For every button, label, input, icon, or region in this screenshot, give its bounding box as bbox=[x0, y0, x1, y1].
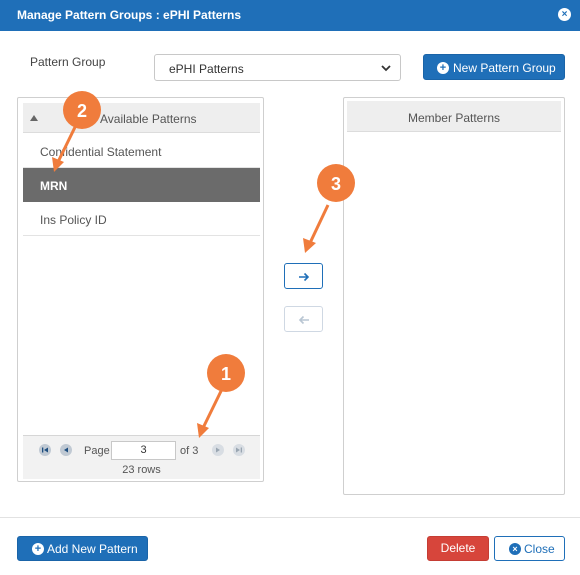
member-patterns-header[interactable]: Member Patterns bbox=[347, 101, 561, 132]
pattern-group-label: Pattern Group bbox=[30, 55, 106, 69]
list-item[interactable]: MRN bbox=[23, 168, 260, 202]
chevron-down-icon bbox=[381, 65, 391, 72]
plus-circle-icon: + bbox=[32, 543, 44, 555]
list-item[interactable]: Ins Policy ID bbox=[23, 202, 260, 236]
member-patterns-panel: Member Patterns bbox=[343, 97, 565, 495]
close-circle-icon: × bbox=[509, 543, 521, 555]
close-icon[interactable]: × bbox=[558, 8, 571, 21]
dialog-title-bar: Manage Pattern Groups : ePHI Patterns × bbox=[0, 0, 580, 31]
move-left-button[interactable] bbox=[284, 306, 323, 332]
pattern-group-value: ePHI Patterns bbox=[169, 62, 244, 76]
list-item-label: Confidential Statement bbox=[40, 145, 162, 159]
row-count: 23 rows bbox=[122, 464, 161, 476]
sort-asc-icon bbox=[30, 115, 38, 121]
member-patterns-title: Member Patterns bbox=[407, 111, 501, 125]
available-patterns-panel: Available Patterns Confidential Statemen… bbox=[17, 97, 264, 482]
arrow-right-icon bbox=[299, 272, 310, 282]
page-number-input[interactable]: 3 bbox=[111, 441, 176, 460]
available-patterns-header[interactable]: Available Patterns bbox=[23, 103, 260, 133]
next-page-icon[interactable] bbox=[212, 444, 224, 456]
move-right-button[interactable] bbox=[284, 263, 323, 289]
pager: Page 3 of 3 23 rows bbox=[23, 435, 260, 479]
list-item-label: MRN bbox=[40, 179, 68, 193]
available-patterns-title: Available Patterns bbox=[100, 112, 197, 126]
dialog-title: Manage Pattern Groups : ePHI Patterns bbox=[17, 8, 242, 22]
last-page-icon[interactable] bbox=[233, 444, 245, 456]
delete-button[interactable]: Delete bbox=[427, 536, 489, 561]
footer-divider bbox=[0, 517, 580, 518]
arrow-left-icon bbox=[298, 315, 309, 325]
pattern-group-select[interactable]: ePHI Patterns bbox=[154, 54, 401, 81]
prev-page-icon[interactable] bbox=[60, 444, 72, 456]
add-new-pattern-button[interactable]: + Add New Pattern bbox=[17, 536, 148, 561]
new-pattern-group-label: New Pattern Group bbox=[453, 61, 556, 75]
annotation-badge-3-label: 3 bbox=[331, 174, 341, 194]
first-page-icon[interactable] bbox=[39, 444, 51, 456]
list-item-label: Ins Policy ID bbox=[40, 213, 107, 227]
new-pattern-group-button[interactable]: + New Pattern Group bbox=[423, 54, 565, 80]
close-label: Close bbox=[524, 542, 555, 556]
close-button[interactable]: × Close bbox=[494, 536, 565, 561]
add-new-pattern-label: Add New Pattern bbox=[47, 542, 138, 556]
page-total-label: of 3 bbox=[180, 445, 199, 457]
list-item[interactable]: Confidential Statement bbox=[23, 134, 260, 168]
page-label: Page bbox=[84, 445, 110, 457]
plus-circle-icon: + bbox=[437, 62, 449, 74]
annotation-arrow-3 bbox=[303, 204, 330, 253]
